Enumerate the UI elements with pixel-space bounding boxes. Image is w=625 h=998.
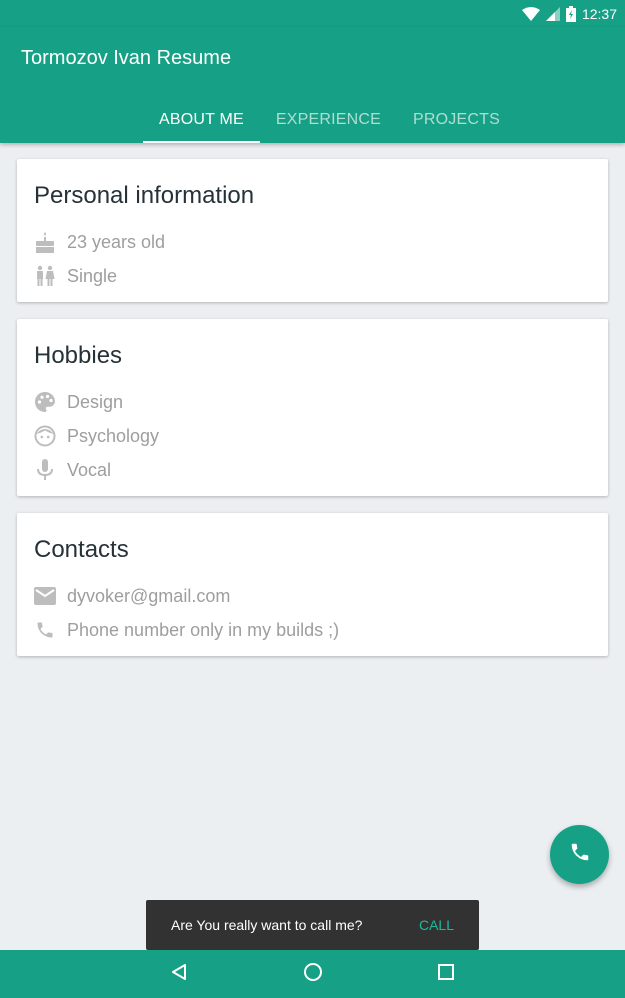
recents-icon <box>438 963 454 985</box>
hobby-design-text: Design <box>67 391 124 412</box>
card-title: Hobbies <box>34 342 123 369</box>
list-item: Design <box>34 385 591 419</box>
cake-icon <box>34 231 56 253</box>
card-title: Contacts <box>34 536 129 563</box>
tab-about-me[interactable]: ABOUT ME <box>143 97 260 143</box>
hobby-vocal-text: Vocal <box>67 459 112 480</box>
app-title: Tormozov Ivan Resume <box>21 47 232 69</box>
phone-text: Phone number only in my builds ;) <box>67 619 340 640</box>
battery-charging-icon <box>565 5 576 22</box>
list-item: Single <box>34 259 591 293</box>
palette-icon <box>34 391 56 413</box>
list-item: Vocal <box>34 453 591 487</box>
home-icon <box>303 962 323 987</box>
phone-icon <box>34 619 56 641</box>
list-item[interactable]: dyvoker@gmail.com <box>34 579 591 613</box>
back-icon <box>170 963 188 986</box>
call-fab-button[interactable] <box>550 825 609 884</box>
list-item: 23 years old <box>34 225 591 259</box>
email-icon <box>34 585 56 607</box>
phone-icon <box>569 841 591 868</box>
list-item: Phone number only in my builds ;) <box>34 613 591 647</box>
snackbar: Are You really want to call me? CALL <box>146 900 479 950</box>
app-bar: Tormozov Ivan Resume ABOUT ME EXPERIENCE… <box>0 27 625 143</box>
snackbar-call-button[interactable]: CALL <box>419 917 454 933</box>
status-time: 12:37 <box>581 5 617 22</box>
tab-bar: ABOUT ME EXPERIENCE PROJECTS <box>143 97 516 143</box>
personal-info-card: Personal information 23 years old Single <box>17 159 608 302</box>
marital-status-text: Single <box>67 265 118 286</box>
hobby-psychology-text: Psychology <box>67 425 160 446</box>
age-text: 23 years old <box>67 231 166 252</box>
recents-button[interactable] <box>416 950 476 998</box>
face-icon <box>34 425 56 447</box>
list-item: Psychology <box>34 419 591 453</box>
email-text[interactable]: dyvoker@gmail.com <box>67 586 230 607</box>
tab-projects[interactable]: PROJECTS <box>397 97 516 143</box>
card-title: Personal information <box>34 182 255 209</box>
system-nav-bar <box>0 950 625 998</box>
snackbar-message: Are You really want to call me? <box>171 917 363 933</box>
back-button[interactable] <box>149 950 209 998</box>
tab-experience[interactable]: EXPERIENCE <box>260 97 397 143</box>
mic-icon <box>34 459 56 481</box>
wifi-icon <box>521 6 540 21</box>
signal-icon <box>545 6 560 21</box>
hobbies-card: Hobbies Design Psychology Vocal <box>17 319 608 496</box>
contacts-card: Contacts dyvoker@gmail.com Phone number … <box>17 513 608 656</box>
home-button[interactable] <box>283 950 343 998</box>
wc-icon <box>34 265 56 287</box>
status-bar: 12:37 <box>0 0 625 27</box>
